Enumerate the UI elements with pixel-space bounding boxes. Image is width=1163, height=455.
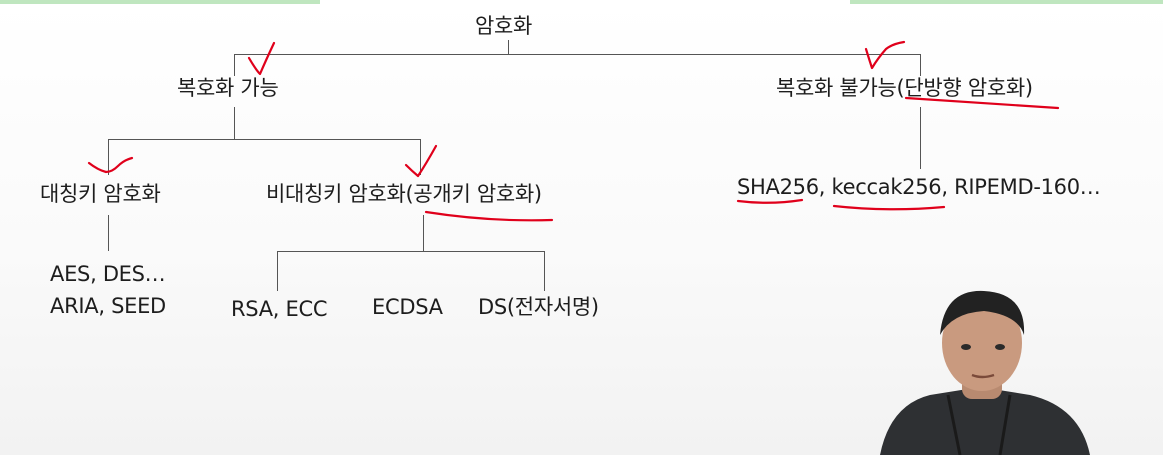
presenter-video-icon <box>880 290 1090 455</box>
checkmark-icon <box>404 144 438 178</box>
underline-mark <box>832 204 946 211</box>
underline-mark <box>424 210 554 222</box>
checkmark-icon <box>87 156 134 174</box>
checkmark-icon <box>864 40 906 70</box>
underline-mark <box>736 198 804 204</box>
diagram-canvas: 암호화 복호화 가능 복호화 불가능(단방향 암호화) 대칭키 암호화 비대칭키… <box>0 0 1163 455</box>
underline-mark <box>904 96 1060 110</box>
checkmark-icon <box>247 41 276 76</box>
